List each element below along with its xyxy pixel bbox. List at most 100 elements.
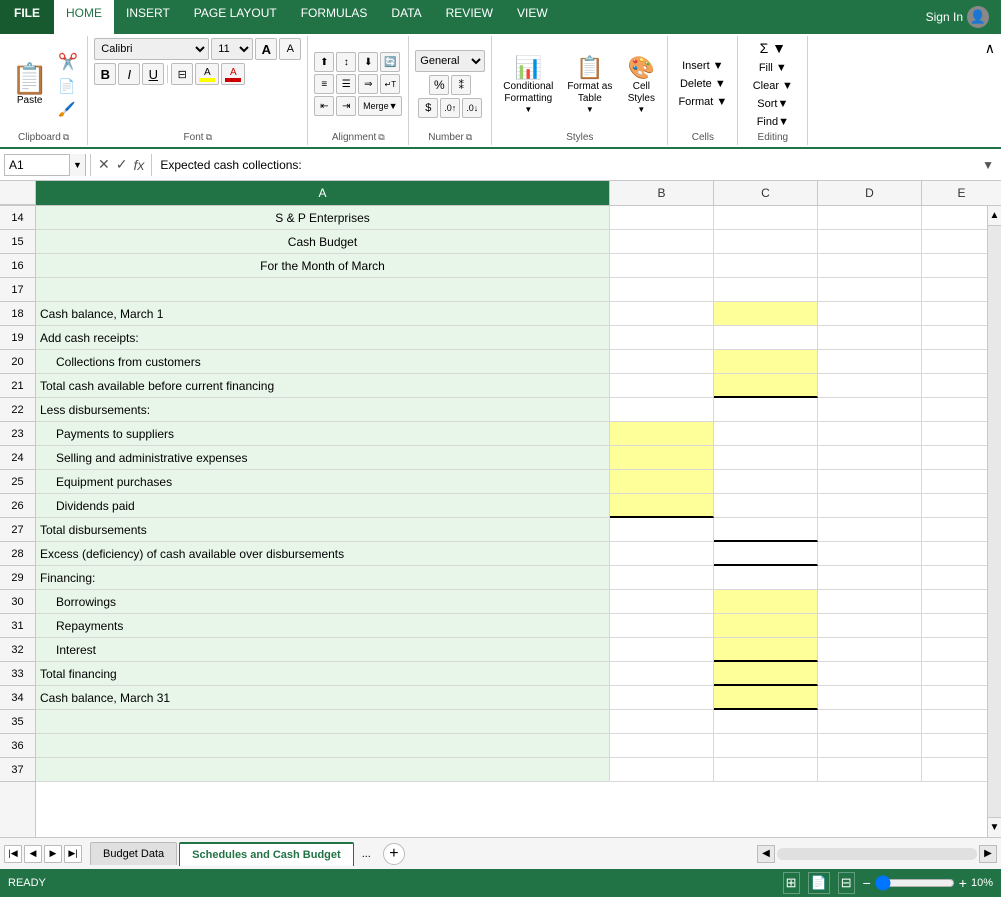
cell-b23[interactable] xyxy=(610,422,714,446)
col-header-e[interactable]: E xyxy=(922,181,1001,205)
cell-e26[interactable] xyxy=(922,494,987,518)
cell-reference[interactable]: A1 xyxy=(5,158,69,172)
col-header-d[interactable]: D xyxy=(818,181,922,205)
cell-d26[interactable] xyxy=(818,494,922,518)
sheet-nav-next[interactable]: ▶ xyxy=(44,845,62,863)
cell-c20[interactable] xyxy=(714,350,818,374)
italic-button[interactable]: I xyxy=(118,63,140,85)
h-scroll-right-button[interactable]: ▶ xyxy=(979,845,997,863)
scroll-down-button[interactable]: ▼ xyxy=(988,817,1001,837)
cell-d19[interactable] xyxy=(818,326,922,350)
cell-e36[interactable] xyxy=(922,734,987,758)
fill-color-button[interactable]: A xyxy=(195,63,219,85)
cell-c33[interactable] xyxy=(714,662,818,686)
cell-e20[interactable] xyxy=(922,350,987,374)
number-launcher-icon[interactable]: ⧉ xyxy=(466,132,472,143)
cell-a23[interactable]: Payments to suppliers xyxy=(36,422,610,446)
zoom-in-button[interactable]: + xyxy=(959,875,967,891)
sheet-more-button[interactable]: ... xyxy=(354,843,379,865)
vertical-scrollbar-track[interactable] xyxy=(988,226,1001,817)
scroll-up-button[interactable]: ▲ xyxy=(988,206,1001,226)
normal-view-button[interactable]: ⊞ xyxy=(783,872,800,894)
format-cells-button[interactable]: Format ▼ xyxy=(674,94,731,110)
cell-e17[interactable] xyxy=(922,278,987,302)
col-header-b[interactable]: B xyxy=(610,181,714,205)
tab-insert[interactable]: INSERT xyxy=(114,0,182,34)
cell-e19[interactable] xyxy=(922,326,987,350)
formula-cancel-button[interactable]: ✕ xyxy=(95,156,113,173)
cell-c15[interactable] xyxy=(714,230,818,254)
cell-c25[interactable] xyxy=(714,470,818,494)
cell-e16[interactable] xyxy=(922,254,987,278)
cell-e35[interactable] xyxy=(922,710,987,734)
bold-button[interactable]: B xyxy=(94,63,116,85)
cell-d22[interactable] xyxy=(818,398,922,422)
cell-c28[interactable] xyxy=(714,542,818,566)
cell-e34[interactable] xyxy=(922,686,987,710)
cell-b34[interactable] xyxy=(610,686,714,710)
comma-button[interactable]: ⁑ xyxy=(451,75,471,95)
row-header-32[interactable]: 32 xyxy=(0,638,35,662)
row-header-15[interactable]: 15 xyxy=(0,230,35,254)
insert-cells-button[interactable]: Insert ▼ xyxy=(678,58,727,74)
tab-formulas[interactable]: FORMULAS xyxy=(289,0,380,34)
sort-filter-button[interactable]: Sort▼ xyxy=(753,96,792,112)
cell-a16[interactable]: For the Month of March xyxy=(36,254,610,278)
cell-c37[interactable] xyxy=(714,758,818,782)
row-header-29[interactable]: 29 xyxy=(0,566,35,590)
sheet-nav-first[interactable]: |◀ xyxy=(4,845,22,863)
cell-e29[interactable] xyxy=(922,566,987,590)
cell-c35[interactable] xyxy=(714,710,818,734)
cell-a20[interactable]: Collections from customers xyxy=(36,350,610,374)
cell-b30[interactable] xyxy=(610,590,714,614)
cell-b20[interactable] xyxy=(610,350,714,374)
number-format-select[interactable]: General xyxy=(415,50,485,72)
h-scroll-left-button[interactable]: ◀ xyxy=(757,845,775,863)
cell-a31[interactable]: Repayments xyxy=(36,614,610,638)
cell-a34[interactable]: Cash balance, March 31 xyxy=(36,686,610,710)
page-break-view-button[interactable]: ⊟ xyxy=(838,872,855,894)
zoom-slider[interactable] xyxy=(875,875,955,891)
cell-e23[interactable] xyxy=(922,422,987,446)
cell-a19[interactable]: Add cash receipts: xyxy=(36,326,610,350)
zoom-out-button[interactable]: − xyxy=(863,875,871,891)
add-sheet-button[interactable]: + xyxy=(383,843,405,865)
decrease-indent-button[interactable]: ⇤ xyxy=(314,96,334,116)
cell-e24[interactable] xyxy=(922,446,987,470)
cell-c29[interactable] xyxy=(714,566,818,590)
cell-c18[interactable] xyxy=(714,302,818,326)
tab-home[interactable]: HOME xyxy=(54,0,114,34)
row-header-27[interactable]: 27 xyxy=(0,518,35,542)
cell-e30[interactable] xyxy=(922,590,987,614)
cell-d25[interactable] xyxy=(818,470,922,494)
row-header-16[interactable]: 16 xyxy=(0,254,35,278)
font-name-select[interactable]: Calibri xyxy=(94,38,209,60)
row-header-26[interactable]: 26 xyxy=(0,494,35,518)
row-header-35[interactable]: 35 xyxy=(0,710,35,734)
cell-c36[interactable] xyxy=(714,734,818,758)
cell-b19[interactable] xyxy=(610,326,714,350)
clear-button[interactable]: Clear ▼ xyxy=(749,78,797,94)
sheet-nav-last[interactable]: ▶| xyxy=(64,845,82,863)
cell-d29[interactable] xyxy=(818,566,922,590)
cell-b33[interactable] xyxy=(610,662,714,686)
cell-a32[interactable]: Interest xyxy=(36,638,610,662)
tab-file[interactable]: FILE xyxy=(0,0,54,34)
cell-c23[interactable] xyxy=(714,422,818,446)
cell-a28[interactable]: Excess (deficiency) of cash available ov… xyxy=(36,542,610,566)
cell-a21[interactable]: Total cash available before current fina… xyxy=(36,374,610,398)
cell-a18[interactable]: Cash balance, March 1 xyxy=(36,302,610,326)
cell-b14[interactable] xyxy=(610,206,714,230)
alignment-launcher-icon[interactable]: ⧉ xyxy=(378,132,384,143)
row-header-19[interactable]: 19 xyxy=(0,326,35,350)
font-size-select[interactable]: 11 xyxy=(211,38,253,60)
cell-c24[interactable] xyxy=(714,446,818,470)
cell-c19[interactable] xyxy=(714,326,818,350)
percent-button[interactable]: % xyxy=(429,75,449,95)
tab-review[interactable]: REVIEW xyxy=(434,0,505,34)
row-header-20[interactable]: 20 xyxy=(0,350,35,374)
cell-a15[interactable]: Cash Budget xyxy=(36,230,610,254)
copy-button[interactable]: 📄 xyxy=(55,76,81,97)
row-header-18[interactable]: 18 xyxy=(0,302,35,326)
col-header-c[interactable]: C xyxy=(714,181,818,205)
